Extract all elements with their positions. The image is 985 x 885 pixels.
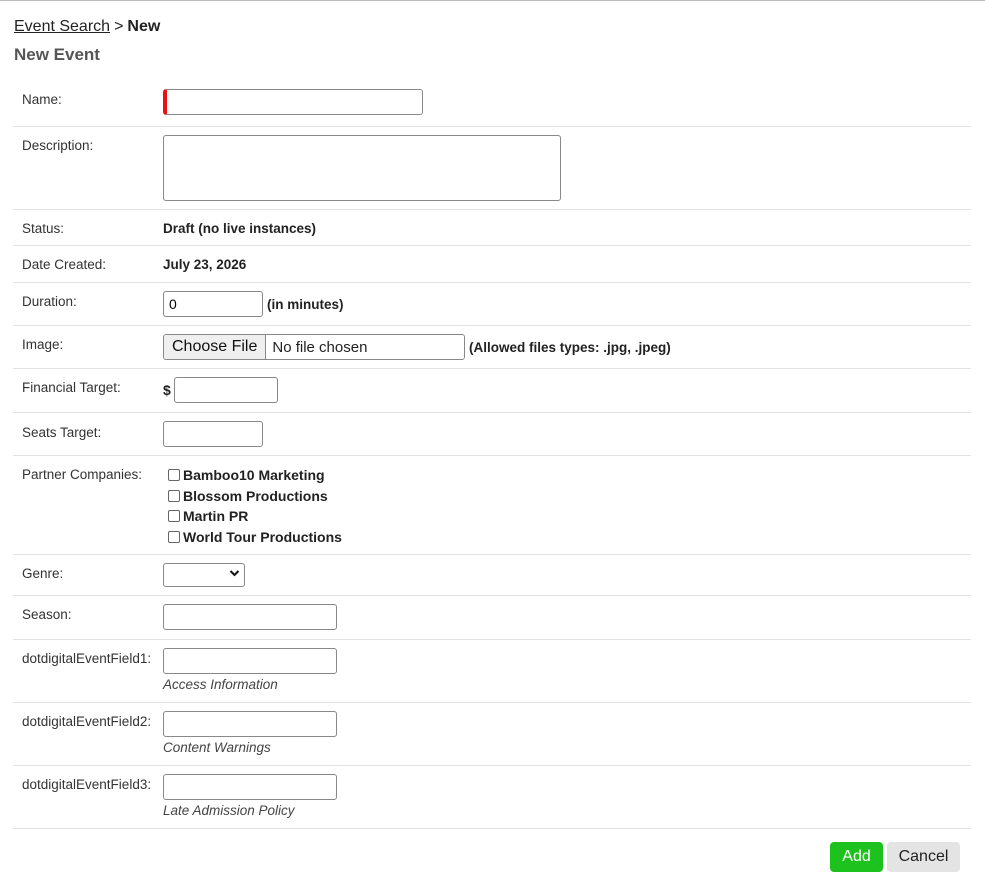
row-duration: Duration: (in minutes): [13, 283, 971, 326]
dotdigital-field-1-group: Access Information: [163, 648, 337, 692]
financial-target-label: Financial Target:: [22, 380, 121, 395]
dotdigital-field-1-hint: Access Information: [163, 677, 278, 692]
dotdigital-field-2-group: Content Warnings: [163, 711, 337, 755]
dotdigital-field-3-group: Late Admission Policy: [163, 774, 337, 818]
checkbox[interactable]: [168, 510, 180, 523]
genre-label: Genre:: [22, 566, 64, 581]
checkbox[interactable]: [168, 469, 180, 482]
row-season: Season:: [13, 596, 971, 640]
row-dotdigital-field-3: dotdigitalEventField3: Late Admission Po…: [13, 766, 971, 829]
financial-group: $: [163, 377, 278, 403]
add-button[interactable]: Add: [830, 842, 883, 872]
row-image: Image: Choose File No file chosen (Allow…: [13, 326, 971, 369]
date-created-label: Date Created:: [22, 257, 107, 272]
currency-symbol: $: [163, 382, 171, 398]
partner-name: Blossom Productions: [183, 487, 328, 504]
status-label: Status:: [22, 221, 65, 236]
breadcrumb: Event Search > New: [14, 18, 160, 36]
financial-target-input[interactable]: [173, 377, 278, 403]
season-label: Season:: [22, 607, 72, 622]
partner-option[interactable]: World Tour Productions: [163, 527, 342, 548]
season-input[interactable]: [163, 604, 337, 630]
genre-select[interactable]: [163, 563, 245, 587]
partner-name: World Tour Productions: [183, 528, 342, 545]
dotdigital-field-2-hint: Content Warnings: [163, 740, 271, 755]
chevron-down-icon: [229, 567, 240, 582]
partner-name: Bamboo10 Marketing: [183, 467, 325, 484]
breadcrumb-current: New: [127, 18, 161, 35]
dotdigital-field-3-hint: Late Admission Policy: [163, 803, 295, 818]
checkbox[interactable]: [168, 489, 180, 502]
dotdigital-field-2-input[interactable]: [163, 711, 337, 737]
row-date-created: Date Created: July 23, 2026: [13, 246, 971, 283]
event-form: Name: Description: Status: Draft (no liv…: [13, 80, 971, 829]
dotdigital-field-1-input[interactable]: [163, 648, 337, 674]
row-name: Name:: [13, 80, 971, 127]
choose-file-button[interactable]: Choose File: [164, 335, 267, 359]
seats-target-label: Seats Target:: [22, 425, 102, 440]
seats-target-input[interactable]: [163, 421, 263, 447]
row-status: Status: Draft (no live instances): [13, 210, 971, 246]
partner-option[interactable]: Bamboo10 Marketing: [163, 465, 342, 486]
partner-option[interactable]: Blossom Productions: [163, 486, 342, 507]
name-input[interactable]: [163, 89, 423, 115]
description-label: Description:: [22, 138, 94, 153]
name-label: Name:: [22, 92, 62, 107]
dotdigital-field-3-label: dotdigitalEventField3:: [22, 777, 152, 792]
partner-companies-label: Partner Companies:: [22, 467, 143, 482]
cancel-button[interactable]: Cancel: [887, 842, 960, 872]
checkbox[interactable]: [168, 530, 180, 543]
duration-unit: (in minutes): [267, 296, 344, 312]
breadcrumb-link-event-search[interactable]: Event Search: [14, 18, 110, 35]
description-textarea[interactable]: [163, 135, 561, 201]
file-status: No file chosen: [272, 338, 368, 356]
partner-option[interactable]: Martin PR: [163, 506, 342, 527]
duration-label: Duration:: [22, 294, 77, 309]
partner-name: Martin PR: [183, 508, 249, 525]
top-border: [0, 0, 985, 1]
row-financial-target: Financial Target: $: [13, 369, 971, 413]
image-group: Choose File No file chosen (Allowed file…: [163, 334, 671, 360]
image-type-note: (Allowed files types: .jpg, .jpeg): [469, 339, 671, 355]
row-partner-companies: Partner Companies: Bamboo10 Marketing Bl…: [13, 456, 971, 555]
page-title: New Event: [14, 45, 100, 64]
partner-list: Bamboo10 Marketing Blossom Productions M…: [163, 465, 342, 547]
row-dotdigital-field-2: dotdigitalEventField2: Content Warnings: [13, 703, 971, 766]
status-value: Draft (no live instances): [163, 221, 317, 236]
row-seats-target: Seats Target:: [13, 413, 971, 456]
row-dotdigital-field-1: dotdigitalEventField1: Access Informatio…: [13, 640, 971, 703]
date-created-value: July 23, 2026: [163, 257, 247, 272]
dotdigital-field-2-label: dotdigitalEventField2:: [22, 714, 152, 729]
row-description: Description:: [13, 127, 971, 210]
row-genre: Genre:: [13, 555, 971, 596]
duration-input[interactable]: [163, 291, 263, 317]
duration-group: (in minutes): [163, 291, 344, 317]
dotdigital-field-1-label: dotdigitalEventField1:: [22, 651, 152, 666]
breadcrumb-separator: >: [114, 18, 124, 35]
image-label: Image:: [22, 337, 64, 352]
image-file-input[interactable]: Choose File No file chosen: [163, 334, 465, 360]
dotdigital-field-3-input[interactable]: [163, 774, 337, 800]
